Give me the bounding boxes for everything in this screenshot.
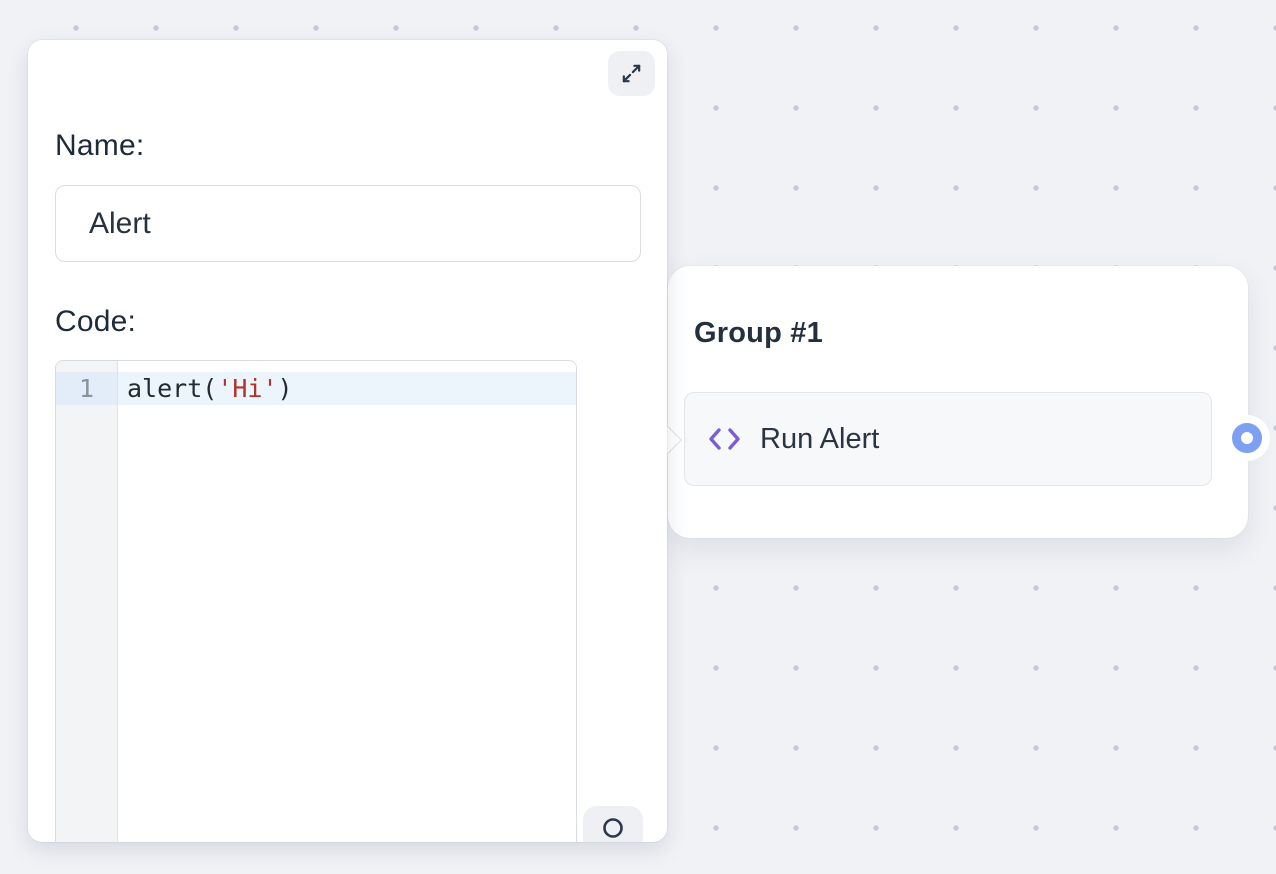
code-line[interactable]: alert('Hi') — [118, 372, 576, 405]
line-number: 1 — [56, 372, 117, 405]
group-card: Group #1 Run Alert — [668, 266, 1248, 538]
name-label: Name: — [55, 128, 144, 164]
person-button[interactable] — [583, 806, 643, 842]
node-editor-panel: Name: Code: 1 alert('Hi') — [28, 40, 667, 842]
name-input[interactable] — [55, 185, 641, 262]
code-editor-gutter: 1 — [56, 361, 118, 842]
connection-handle[interactable] — [1232, 423, 1262, 453]
person-icon — [593, 816, 633, 842]
code-editor[interactable]: 1 alert('Hi') — [55, 360, 577, 842]
code-token-string: 'Hi' — [217, 374, 277, 403]
code-label: Code: — [55, 304, 136, 340]
expand-diagonal-icon — [620, 62, 643, 85]
code-editor-content[interactable]: alert('Hi') — [118, 361, 576, 842]
expand-button[interactable] — [608, 51, 655, 96]
node-run-alert[interactable]: Run Alert — [684, 392, 1212, 486]
code-brackets-icon — [708, 425, 741, 453]
code-token: ) — [278, 374, 293, 403]
group-title: Group #1 — [694, 316, 823, 350]
code-token: alert( — [127, 374, 217, 403]
node-label: Run Alert — [760, 423, 879, 456]
